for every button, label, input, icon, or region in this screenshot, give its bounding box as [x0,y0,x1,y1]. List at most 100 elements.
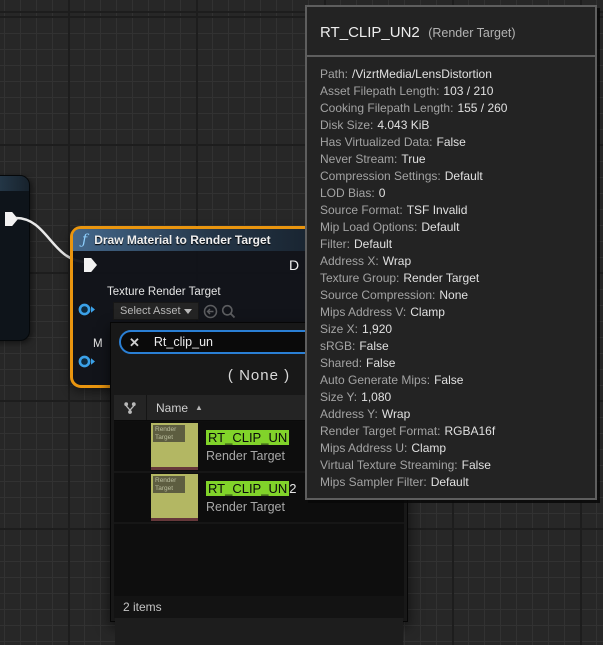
asset-tooltip-panel: RT_CLIP_UN2 (Render Target) Path: /VizrtM… [305,5,597,500]
browse-search-icon[interactable] [221,304,236,319]
material-pin[interactable] [78,355,96,368]
property-label: Mips Sampler Filter: [320,475,427,489]
property-value: False [359,339,388,353]
property-value: 1,920 [362,322,392,336]
property-value: Clamp [411,441,446,455]
property-value: RGBA16f [445,424,496,438]
property-label: Cooking Filepath Length: [320,101,453,115]
tooltip-property-row: Mips Address V: Clamp [320,304,583,321]
property-label: Size Y: [320,390,357,404]
property-label: Virtual Texture Streaming: [320,458,458,472]
list-view-options-cell[interactable] [114,395,147,420]
property-value: TSF Invalid [407,203,468,217]
tooltip-asset-name: RT_CLIP_UN2 [320,24,420,41]
property-label: Source Format: [320,203,403,217]
tooltip-property-row: Mips Address U: Clamp [320,440,583,457]
property-label: Has Virtualized Data: [320,135,433,149]
clear-search-icon[interactable]: ✕ [129,336,140,349]
name-column-header[interactable]: Name [156,401,188,415]
asset-row-text: RT_CLIP_UN2Render Target [206,481,296,514]
tooltip-property-row: sRGB:False [320,338,583,355]
tooltip-property-row: Mip Load Options:Default [320,219,583,236]
property-label: Never Stream: [320,152,397,166]
property-label: Compression Settings: [320,169,441,183]
thumbnail-type-label: Render Target [153,425,185,442]
tooltip-property-row: Size Y:1,080 [320,389,583,406]
asset-name: RT_CLIP_UN2 [206,481,296,497]
property-label: Mips Address U: [320,441,407,455]
asset-type-label: Render Target [206,449,289,463]
tooltip-property-row: Source Format: TSF Invalid [320,202,583,219]
tooltip-property-row: Address Y:Wrap [320,406,583,423]
tooltip-property-row: Asset Filepath Length:103 / 210 [320,83,583,100]
property-label: Shared: [320,356,362,370]
tooltip-property-row: Render Target Format:RGBA16f [320,423,583,440]
property-label: Address X: [320,254,379,268]
property-label: Auto Generate Mips: [320,373,430,387]
hierarchy-icon [123,401,137,415]
asset-name: RT_CLIP_UN [206,430,289,446]
render-target-thumbnail: Render Target [151,423,198,470]
property-label: Size X: [320,322,358,336]
search-match-highlight: RT_CLIP_UN [206,481,289,496]
blueprint-graph-canvas[interactable]: ƒ Draw Material to Render Target D Textu… [0,0,603,645]
tooltip-property-row: Path: /VizrtMedia/LensDistortion [320,66,583,83]
property-label: Filter: [320,237,350,251]
property-label: LOD Bias: [320,186,375,200]
render-target-thumbnail: Render Target [151,474,198,521]
select-asset-label: Select Asset [120,305,181,317]
property-value: Clamp [410,305,445,319]
tooltip-property-row: Mips Sampler Filter: Default [320,474,583,491]
partial-node-header [0,176,29,191]
row-indent [114,473,151,522]
partial-upstream-node[interactable] [0,175,30,341]
property-label: Texture Group: [320,271,399,285]
tooltip-property-row: Source Compression:None [320,287,583,304]
asset-name-suffix: 2 [289,481,296,496]
property-label: Source Compression: [320,288,435,302]
texture-render-target-pin-label: Texture Render Target [107,286,221,298]
property-label: Address Y: [320,407,378,421]
property-value: 103 / 210 [443,84,493,98]
property-value: 4.043 KiB [377,118,429,132]
thumbnail-color-strip [151,467,198,470]
tooltip-property-row: Texture Group: Render Target [320,270,583,287]
tooltip-asset-type: (Render Target) [428,26,515,40]
tooltip-property-row: LOD Bias:0 [320,185,583,202]
property-value: Default [421,220,459,234]
property-value: False [434,373,463,387]
exec-output-pin[interactable] [5,212,18,226]
tooltip-property-row: Filter: Default [320,236,583,253]
chevron-down-icon [184,309,192,314]
sort-ascending-icon: ▲ [195,403,203,412]
property-label: Disk Size: [320,118,373,132]
tooltip-properties: Path: /VizrtMedia/LensDistortion Asset Fil… [307,57,595,491]
property-value: Render Target [403,271,479,285]
tooltip-property-row: Cooking Filepath Length: 155 / 260 [320,100,583,117]
property-value: Wrap [383,254,411,268]
select-asset-dropdown[interactable]: Select Asset [113,302,199,320]
tooltip-property-row: Virtual Texture Streaming: False [320,457,583,474]
property-value: 155 / 260 [457,101,507,115]
tooltip-title-block: RT_CLIP_UN2 (Render Target) [307,7,595,55]
property-value: Default [354,237,392,251]
tooltip-property-row: Never Stream: True [320,151,583,168]
picker-footer: 2 items [114,596,404,618]
tooltip-property-row: Disk Size: 4.043 KiB [320,117,583,134]
material-pin-partial-label: M [93,338,103,350]
tooltip-property-row: Shared:False [320,355,583,372]
property-value: False [462,458,491,472]
search-match-highlight: RT_CLIP_UN [206,430,289,445]
row-indent [114,422,151,471]
tooltip-property-row: Has Virtualized Data:False [320,134,583,151]
property-value: /VizrtMedia/LensDistortion [352,67,492,81]
texture-render-target-pin[interactable] [78,303,96,316]
property-value: Default [431,475,469,489]
property-value: True [401,152,425,166]
exec-input-pin[interactable] [84,258,97,272]
property-label: Mips Address V: [320,305,406,319]
use-selected-asset-icon[interactable] [203,304,218,319]
tooltip-property-row: Auto Generate Mips: False [320,372,583,389]
property-value: Default [445,169,483,183]
property-label: Path: [320,67,348,81]
